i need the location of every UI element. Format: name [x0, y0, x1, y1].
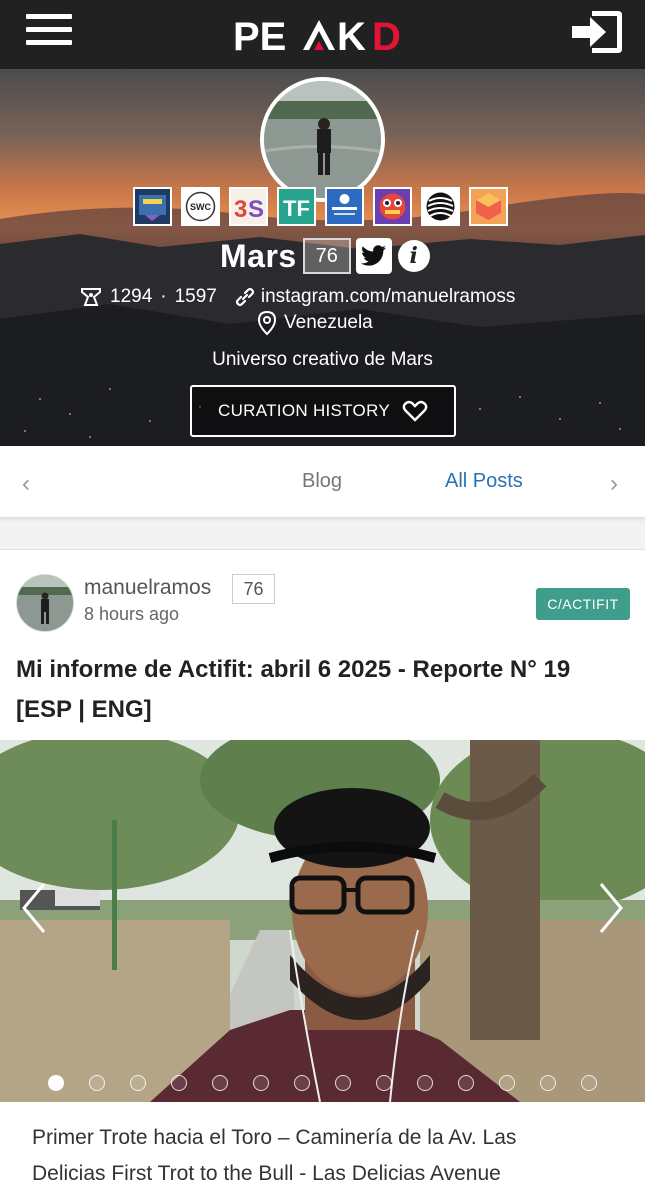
badge-list: SWC 3S TF: [133, 187, 508, 226]
location-pin-icon: [257, 310, 277, 336]
carousel-dots: [48, 1075, 597, 1091]
followers-icon: [81, 288, 101, 306]
post-timestamp[interactable]: 8 hours ago: [84, 604, 179, 625]
post-excerpt[interactable]: Primer Trote hacia el Toro – Caminería d…: [32, 1120, 592, 1192]
community-tag[interactable]: C/ACTIFIT: [536, 588, 630, 620]
carousel-dot[interactable]: [540, 1075, 556, 1091]
svg-text:3: 3: [234, 196, 247, 223]
badge-icon[interactable]: [325, 187, 364, 226]
carousel-dot[interactable]: [253, 1075, 269, 1091]
profile-about: Universo creativo de Mars: [212, 349, 433, 370]
carousel-dot[interactable]: [458, 1075, 474, 1091]
profile-tabs: ‹ Blog All Posts ›: [0, 446, 645, 518]
peakd-logo[interactable]: PE K D: [231, 12, 416, 56]
profile-avatar[interactable]: [260, 77, 385, 202]
top-navbar: PE K D: [0, 0, 645, 69]
badge-icon[interactable]: 3S: [229, 187, 268, 226]
badge-icon[interactable]: SWC: [181, 187, 220, 226]
carousel-dot[interactable]: [417, 1075, 433, 1091]
carousel-dot[interactable]: [499, 1075, 515, 1091]
author-name[interactable]: manuelramos: [84, 576, 211, 600]
stats-separator: ·: [160, 286, 167, 307]
website-link[interactable]: instagram.com/manuelramoss: [261, 286, 515, 308]
heart-icon: [402, 400, 428, 422]
profile-stats: 1294 · 1597 instagram.com/manuelramoss: [78, 285, 515, 309]
following-count[interactable]: 1597: [175, 286, 217, 308]
curation-history-button[interactable]: CURATION HISTORY: [190, 385, 456, 437]
followers-count[interactable]: 1294: [110, 286, 152, 308]
post-card: manuelramos 76 8 hours ago C/ACTIFIT Mi …: [0, 549, 645, 1200]
reputation-badge: 76: [302, 238, 351, 274]
badge-icon[interactable]: [469, 187, 508, 226]
carousel-prev-icon[interactable]: [20, 880, 48, 936]
profile-cover: SWC 3S TF Mars 76 i 1294 · 1597 instagra…: [0, 69, 645, 446]
badge-icon[interactable]: [421, 187, 460, 226]
link-icon: [235, 287, 254, 307]
carousel-dot[interactable]: [212, 1075, 228, 1091]
svg-text:S: S: [248, 196, 264, 223]
post-image-carousel[interactable]: [0, 740, 645, 1102]
badge-icon[interactable]: TF: [277, 187, 316, 226]
twitter-icon[interactable]: [355, 238, 392, 274]
tab-all-posts[interactable]: All Posts: [445, 470, 523, 493]
author-avatar[interactable]: [16, 574, 74, 632]
author-reputation: 76: [232, 574, 275, 604]
carousel-dot[interactable]: [376, 1075, 392, 1091]
curation-history-label: CURATION HISTORY: [218, 401, 390, 420]
tabs-scroll-left-icon[interactable]: ‹: [22, 470, 30, 498]
location-text: Venezuela: [284, 312, 373, 333]
post-photo: [0, 740, 645, 1102]
post-title[interactable]: Mi informe de Actifit: abril 6 2025 - Re…: [16, 650, 631, 730]
svg-text:SWC: SWC: [190, 202, 211, 212]
carousel-next-icon[interactable]: [597, 880, 625, 936]
profile-name-row: Mars 76 i: [220, 237, 430, 275]
location-row: Venezuela: [256, 310, 373, 336]
carousel-dot[interactable]: [171, 1075, 187, 1091]
svg-text:K: K: [337, 15, 366, 56]
carousel-dot[interactable]: [335, 1075, 351, 1091]
carousel-dot[interactable]: [48, 1075, 64, 1091]
badge-icon[interactable]: [373, 187, 412, 226]
carousel-dot[interactable]: [581, 1075, 597, 1091]
tab-blog[interactable]: Blog: [302, 470, 342, 493]
info-icon[interactable]: i: [397, 240, 430, 272]
hamburger-menu-icon[interactable]: [26, 14, 72, 48]
tabs-scroll-right-icon[interactable]: ›: [610, 470, 618, 498]
profile-name: Mars: [220, 237, 297, 274]
carousel-dot[interactable]: [130, 1075, 146, 1091]
svg-text:D: D: [372, 15, 401, 56]
svg-text:TF: TF: [283, 196, 310, 221]
carousel-dot[interactable]: [89, 1075, 105, 1091]
login-icon[interactable]: [570, 7, 624, 57]
badge-icon[interactable]: [133, 187, 172, 226]
svg-text:PE: PE: [233, 15, 286, 56]
carousel-dot[interactable]: [294, 1075, 310, 1091]
